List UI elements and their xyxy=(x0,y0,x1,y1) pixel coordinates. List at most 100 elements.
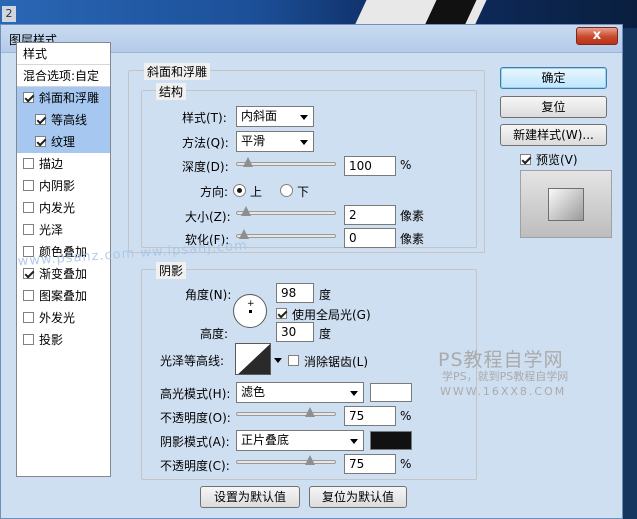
highlight-opacity-slider[interactable] xyxy=(236,407,336,417)
blend-options-item[interactable]: 混合选项:自定 xyxy=(17,65,110,87)
contour-chevron-down-icon[interactable] xyxy=(274,358,282,363)
depth-label: 深度(D): xyxy=(182,160,229,174)
depth-slider-thumb[interactable] xyxy=(243,157,254,167)
style-item-checkbox[interactable] xyxy=(23,202,34,213)
depth-slider[interactable] xyxy=(236,157,336,167)
angle-dial[interactable]: + xyxy=(233,294,267,328)
size-input[interactable]: 2 xyxy=(344,205,396,225)
background-tab-tag: 2 xyxy=(2,6,16,22)
style-item-label: 内阴影 xyxy=(39,179,76,193)
style-item-checkbox[interactable] xyxy=(35,136,46,147)
style-preview-swatch xyxy=(548,188,584,221)
style-list-item[interactable]: 内阴影 xyxy=(17,175,110,197)
angle-input[interactable]: 98 xyxy=(276,283,314,303)
altitude-label: 高度: xyxy=(200,327,229,341)
shadow-color-swatch[interactable] xyxy=(370,431,412,450)
style-list-item[interactable]: 光泽 xyxy=(17,219,110,241)
make-default-button[interactable]: 设置为默认值 xyxy=(200,486,300,508)
style-list-item[interactable]: 投影 xyxy=(17,329,110,351)
style-item-label: 图案叠加 xyxy=(39,289,88,303)
gloss-contour-picker[interactable] xyxy=(235,343,271,375)
style-item-label: 等高线 xyxy=(51,113,88,127)
chevron-down-icon xyxy=(300,115,308,120)
global-light-checkbox[interactable] xyxy=(276,308,287,319)
highlight-mode-value: 滤色 xyxy=(241,385,266,399)
highlight-opacity-thumb[interactable] xyxy=(305,407,315,417)
style-list-item[interactable]: 斜面和浮雕 xyxy=(17,87,110,109)
depth-input[interactable]: 100 xyxy=(344,156,396,176)
altitude-unit: 度 xyxy=(319,327,332,341)
global-light-label[interactable]: 使用全局光(G) xyxy=(292,306,371,323)
style-item-checkbox[interactable] xyxy=(23,224,34,235)
style-item-label: 投影 xyxy=(39,333,64,347)
structure-title: 结构 xyxy=(156,83,187,100)
style-item-label: 外发光 xyxy=(39,311,76,325)
highlight-opacity-input[interactable]: 75 xyxy=(344,406,396,426)
style-item-label: 纹理 xyxy=(51,135,76,149)
style-list-item[interactable]: 纹理 xyxy=(17,131,110,153)
shadow-mode-select[interactable]: 正片叠底 xyxy=(236,430,364,451)
style-select-value: 内斜面 xyxy=(241,109,278,123)
size-unit: 像素 xyxy=(400,209,425,223)
watermark-url: WWW.16XX8.COM xyxy=(440,385,567,398)
soften-input[interactable]: 0 xyxy=(344,228,396,248)
shadow-opacity-unit: % xyxy=(400,457,412,471)
technique-select[interactable]: 平滑 xyxy=(236,131,314,152)
direction-up-radio[interactable] xyxy=(233,184,246,197)
style-item-checkbox[interactable] xyxy=(35,114,46,125)
antialias-checkbox[interactable] xyxy=(288,355,299,366)
style-list-item[interactable]: 描边 xyxy=(17,153,110,175)
shadow-opacity-input[interactable]: 75 xyxy=(344,454,396,474)
style-list-item[interactable]: 图案叠加 xyxy=(17,285,110,307)
chevron-down-icon xyxy=(350,391,358,396)
chevron-down-icon xyxy=(350,439,358,444)
shadow-opacity-slider[interactable] xyxy=(236,455,336,465)
style-list-item[interactable]: 内发光 xyxy=(17,197,110,219)
style-item-label: 光泽 xyxy=(39,223,64,237)
style-item-checkbox[interactable] xyxy=(23,334,34,345)
close-button[interactable]: x xyxy=(576,27,618,45)
size-label: 大小(Z): xyxy=(185,210,231,224)
style-item-label: 内发光 xyxy=(39,201,76,215)
ok-button[interactable]: 确定 xyxy=(500,67,607,89)
reset-default-button[interactable]: 复位为默认值 xyxy=(309,486,407,508)
shadow-opacity-thumb[interactable] xyxy=(305,455,315,465)
style-item-checkbox[interactable] xyxy=(23,290,34,301)
background-edge xyxy=(623,28,637,519)
size-slider[interactable] xyxy=(236,206,336,216)
angle-label: 角度(N): xyxy=(185,288,232,302)
direction-label: 方向: xyxy=(200,185,229,199)
style-item-checkbox[interactable] xyxy=(23,92,34,103)
crosshair-icon: + xyxy=(247,299,255,309)
style-list-header[interactable]: 样式 xyxy=(17,43,110,65)
style-item-checkbox[interactable] xyxy=(23,158,34,169)
highlight-mode-select[interactable]: 滤色 xyxy=(236,382,364,403)
shadow-opacity-label: 不透明度(C): xyxy=(160,459,230,473)
highlight-opacity-unit: % xyxy=(400,409,412,423)
shadow-mode-value: 正片叠底 xyxy=(241,433,290,447)
gloss-contour-label: 光泽等高线: xyxy=(160,354,225,368)
depth-unit: % xyxy=(400,158,412,172)
contour-curve-icon xyxy=(236,344,270,374)
preview-checkbox[interactable] xyxy=(520,154,531,165)
style-select[interactable]: 内斜面 xyxy=(236,106,314,127)
reset-button[interactable]: 复位 xyxy=(500,96,607,118)
new-style-button[interactable]: 新建样式(W)... xyxy=(500,124,607,146)
style-item-checkbox[interactable] xyxy=(23,312,34,323)
altitude-input[interactable]: 30 xyxy=(276,322,314,342)
antialias-label[interactable]: 消除锯齿(L) xyxy=(304,353,368,370)
style-list-item[interactable]: 外发光 xyxy=(17,307,110,329)
highlight-opacity-label: 不透明度(O): xyxy=(160,411,231,425)
preview-label[interactable]: 预览(V) xyxy=(536,151,578,168)
style-list-item[interactable]: 等高线 xyxy=(17,109,110,131)
highlight-color-swatch[interactable] xyxy=(370,383,412,402)
angle-dial-center xyxy=(249,310,252,313)
angle-unit: 度 xyxy=(319,288,332,302)
watermark-tagline: 学PS，就到PS教程自学网 xyxy=(442,370,569,383)
style-preview xyxy=(520,170,612,238)
direction-up-label[interactable]: 上 xyxy=(250,183,262,200)
style-item-checkbox[interactable] xyxy=(23,180,34,191)
direction-down-radio[interactable] xyxy=(280,184,293,197)
direction-down-label[interactable]: 下 xyxy=(297,183,309,200)
size-slider-thumb[interactable] xyxy=(240,206,251,216)
